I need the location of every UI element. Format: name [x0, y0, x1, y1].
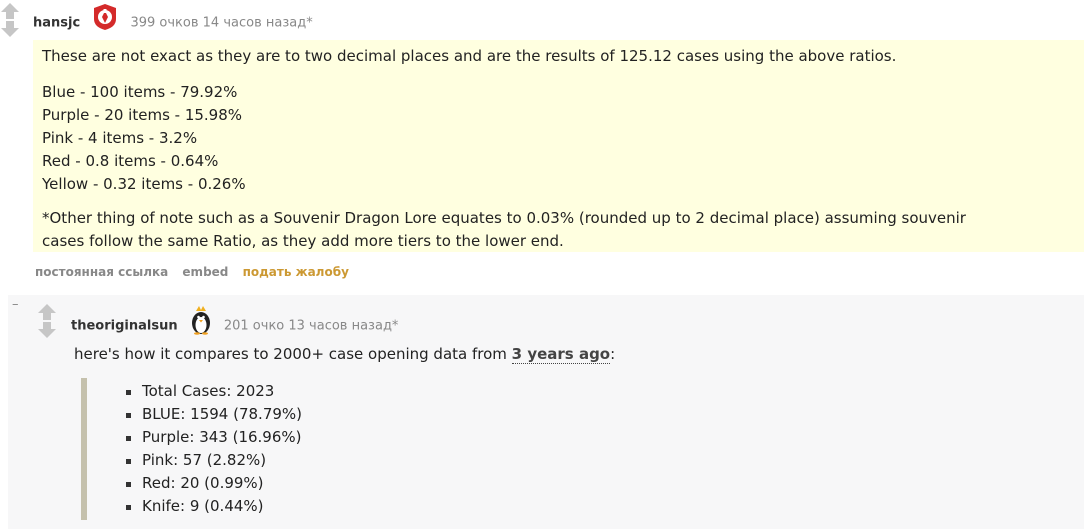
list-item: Total Cases: 2023 — [126, 380, 302, 403]
upvote-arrow-icon[interactable] — [37, 303, 57, 321]
comment-line: Yellow - 0.32 items - 0.26% — [42, 175, 246, 193]
permalink-link[interactable]: постоянная ссылка — [35, 265, 168, 279]
source-link[interactable]: 3 years ago — [511, 345, 611, 364]
reply-text-suffix: : — [610, 345, 616, 363]
downvote-arrow-icon[interactable] — [37, 321, 57, 339]
upvote-arrow-icon[interactable] — [0, 2, 20, 20]
collapse-toggle[interactable]: – — [12, 297, 19, 312]
penguin-icon — [188, 305, 214, 341]
reply-comment: – theoriginalsun 201 очко 13 часов назад… — [8, 295, 1084, 529]
score-and-time: 201 очко 13 часов назад* — [223, 318, 399, 334]
embed-link[interactable]: embed — [182, 265, 228, 279]
comment-note-line: *Other thing of note such as a Souvenir … — [42, 209, 966, 227]
reply-text: here's how it compares to 2000+ case ope… — [74, 345, 512, 363]
list-item: Knife: 9 (0.44%) — [126, 495, 302, 518]
score-and-time: 399 очков 14 часов назад* — [130, 15, 313, 31]
list-item: Red: 20 (0.99%) — [126, 472, 302, 495]
list-item: BLUE: 1594 (78.79%) — [126, 403, 302, 426]
downvote-arrow-icon[interactable] — [0, 20, 20, 38]
gambit-logo-icon — [90, 3, 120, 37]
vote-arrows — [37, 303, 57, 339]
comment-tagline: hansjc 399 очков 14 часов назад* — [33, 4, 313, 37]
stats-list: Total Cases: 2023 BLUE: 1594 (78.79%) Pu… — [126, 380, 302, 518]
comment-line: Pink - 4 items - 3.2% — [42, 129, 198, 147]
comment-line: Blue - 100 items - 79.92% — [42, 83, 238, 101]
comment: hansjc 399 очков 14 часов назад* These a… — [0, 0, 1084, 290]
reply-body-text: here's how it compares to 2000+ case ope… — [74, 343, 615, 366]
comment-paragraph: These are not exact as they are to two d… — [42, 47, 897, 65]
report-link[interactable]: подать жалобу — [243, 265, 349, 279]
author-link[interactable]: hansjc — [33, 16, 80, 31]
list-item: Pink: 57 (2.82%) — [126, 449, 302, 472]
comment-tagline: theoriginalsun 201 очко 13 часов назад* — [71, 306, 399, 341]
comment-thread: hansjc 399 очков 14 часов назад* These a… — [0, 0, 1084, 529]
author-link[interactable]: theoriginalsun — [71, 319, 178, 334]
comment-actions: постоянная ссылка embed подать жалобу — [35, 265, 359, 279]
vote-arrows — [0, 2, 20, 38]
blockquote-bar — [81, 378, 87, 520]
list-item: Purple: 343 (16.96%) — [126, 426, 302, 449]
comment-note-line: cases follow the same Ratio, as they add… — [42, 232, 564, 250]
comment-body: These are not exact as they are to two d… — [33, 40, 1084, 252]
comment-line: Red - 0.8 items - 0.64% — [42, 152, 219, 170]
comment-line: Purple - 20 items - 15.98% — [42, 106, 243, 124]
